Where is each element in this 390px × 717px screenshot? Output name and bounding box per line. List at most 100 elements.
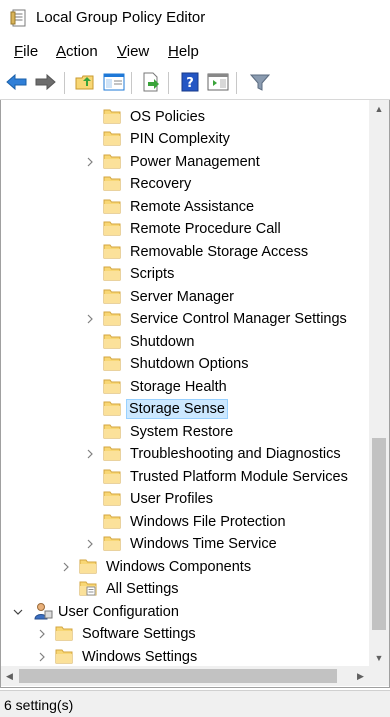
tree-item-system-restore[interactable]: System Restore — [1, 421, 369, 443]
tree-item-os-policies[interactable]: OS Policies — [1, 106, 369, 128]
tree-item-power-management[interactable]: Power Management — [1, 151, 369, 173]
vertical-scrollbar[interactable]: ▲ ▼ — [369, 100, 389, 666]
tree-item-shutdown-options[interactable]: Shutdown Options — [1, 353, 369, 375]
scrollbar-corner — [369, 666, 389, 686]
menu-file-label: ile — [23, 43, 39, 60]
tree-item-label: Trusted Platform Module Services — [130, 469, 348, 485]
folder-icon — [103, 289, 121, 304]
horizontal-scrollbar-thumb[interactable] — [19, 669, 337, 683]
chevron-right-icon[interactable] — [85, 449, 95, 459]
menu-view[interactable]: View — [117, 43, 149, 60]
tree-item-label: User Configuration — [58, 604, 179, 620]
show-hide-action-pane-icon — [207, 73, 229, 91]
tree-item-label: Remote Procedure Call — [130, 221, 281, 237]
tree-item-recovery[interactable]: Recovery — [1, 173, 369, 195]
menu-file-mnemonic: F — [14, 43, 24, 60]
tree-item-label: OS Policies — [130, 109, 205, 125]
show-hide-console-tree-button[interactable] — [102, 70, 126, 94]
scroll-up-arrow-icon[interactable]: ▲ — [369, 100, 389, 117]
folder-icon — [103, 536, 121, 551]
tree-item-label: Storage Health — [130, 379, 227, 395]
chevron-right-icon[interactable] — [37, 652, 47, 662]
folder-icon — [103, 266, 121, 281]
up-one-level-button[interactable] — [73, 70, 97, 94]
tree-item-label: System Restore — [130, 424, 234, 440]
tree-item-pin-complexity[interactable]: PIN Complexity — [1, 128, 369, 150]
tree-item-troubleshooting-and-diagnostics[interactable]: Troubleshooting and Diagnostics — [1, 443, 369, 465]
tree-item-windows-settings[interactable]: Windows Settings — [1, 646, 369, 666]
folder-icon — [79, 559, 97, 574]
tree-item-label: Software Settings — [82, 626, 196, 642]
forward-button[interactable] — [33, 70, 57, 94]
tree-item-storage-sense[interactable]: Storage Sense — [1, 398, 369, 420]
chevron-right-icon[interactable] — [85, 157, 95, 167]
chevron-right-icon[interactable] — [37, 629, 47, 639]
tree-item-label: Recovery — [130, 176, 192, 192]
menu-file[interactable]: File — [14, 43, 38, 60]
menu-action[interactable]: Action — [56, 43, 98, 60]
tree-item-user-configuration[interactable]: User Configuration — [1, 601, 369, 623]
menu-bar: File Action View Help — [0, 38, 390, 64]
tree-item-software-settings[interactable]: Software Settings — [1, 623, 369, 645]
folder-icon — [103, 401, 121, 416]
tree-item-label: Server Manager — [130, 289, 234, 305]
folder-icon — [103, 514, 121, 529]
tree-item-remote-procedure-call[interactable]: Remote Procedure Call — [1, 218, 369, 240]
scroll-down-arrow-icon[interactable]: ▼ — [369, 649, 389, 666]
show-hide-console-tree-icon — [103, 73, 125, 91]
back-button[interactable] — [5, 70, 29, 94]
tree-item-all-settings[interactable]: All Settings — [1, 578, 369, 600]
folder-icon — [103, 446, 121, 461]
scroll-left-arrow-icon[interactable]: ◀ — [1, 666, 18, 686]
tree-item-windows-time-service[interactable]: Windows Time Service — [1, 533, 369, 555]
folder-icon — [103, 424, 121, 439]
help-icon: ? — [181, 72, 199, 92]
tree-item-label: Remote Assistance — [130, 199, 255, 215]
menu-view-mnemonic: V — [117, 43, 127, 60]
menu-help[interactable]: Help — [168, 43, 199, 60]
chevron-right-icon[interactable] — [85, 539, 95, 549]
tree-item-label: User Profiles — [130, 491, 213, 507]
tree-item-scripts[interactable]: Scripts — [1, 263, 369, 285]
export-list-button[interactable] — [139, 70, 163, 94]
tree-item-trusted-platform-module-services[interactable]: Trusted Platform Module Services — [1, 466, 369, 488]
folder-icon — [103, 199, 121, 214]
folder-icon — [103, 356, 121, 371]
tree-item-label: Windows Components — [106, 559, 252, 575]
scroll-right-arrow-icon[interactable]: ▶ — [352, 666, 369, 686]
tree-item-service-control-manager-settings[interactable]: Service Control Manager Settings — [1, 308, 369, 330]
help-button[interactable]: ? — [178, 70, 202, 94]
tree-item-shutdown[interactable]: Shutdown — [1, 331, 369, 353]
folder-icon — [103, 176, 121, 191]
folder-icon — [103, 311, 121, 326]
tree-item-windows-components[interactable]: Windows Components — [1, 556, 369, 578]
tree-item-label: Shutdown Options — [130, 356, 249, 372]
chevron-down-icon[interactable] — [13, 607, 23, 617]
console-tree-pane: OS Policies PIN Complexity Power Managem… — [0, 100, 390, 688]
all-settings-folder-icon — [79, 581, 97, 596]
toolbar-separator — [236, 72, 237, 94]
filter-options-button[interactable] — [248, 70, 272, 94]
tree-item-storage-health[interactable]: Storage Health — [1, 376, 369, 398]
folder-icon — [103, 154, 121, 169]
menu-action-mnemonic: A — [56, 43, 67, 60]
filter-icon — [250, 74, 270, 91]
export-list-icon — [143, 72, 159, 92]
vertical-scrollbar-thumb[interactable] — [372, 438, 386, 630]
folder-icon — [103, 334, 121, 349]
tree-item-user-profiles[interactable]: User Profiles — [1, 488, 369, 510]
toolbar-separator — [131, 72, 132, 94]
chevron-right-icon[interactable] — [85, 314, 95, 324]
tree-item-remote-assistance[interactable]: Remote Assistance — [1, 196, 369, 218]
show-hide-action-pane-button[interactable] — [206, 70, 230, 94]
title-bar: Local Group Policy Editor — [0, 0, 390, 36]
toolbar-separator — [168, 72, 169, 94]
tree-item-windows-file-protection[interactable]: Windows File Protection — [1, 511, 369, 533]
tree-item-removable-storage-access[interactable]: Removable Storage Access — [1, 241, 369, 263]
tree-item-server-manager[interactable]: Server Manager — [1, 286, 369, 308]
chevron-right-icon[interactable] — [61, 562, 71, 572]
menu-view-label: iew — [126, 43, 150, 60]
status-bar: 6 setting(s) — [0, 690, 390, 717]
horizontal-scrollbar[interactable]: ◀ ▶ — [1, 666, 369, 686]
tree-item-label: Power Management — [130, 154, 260, 170]
